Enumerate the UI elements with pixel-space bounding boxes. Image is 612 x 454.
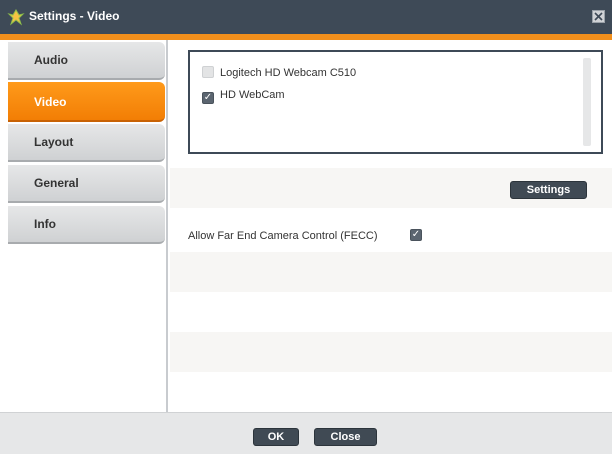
tab-layout[interactable]: Layout <box>8 124 165 162</box>
row-band <box>170 252 612 292</box>
tab-audio[interactable]: Audio <box>8 42 165 80</box>
title-bar: Settings - Video <box>0 0 612 34</box>
device-checkbox[interactable]: ✓ <box>202 92 214 104</box>
window-title: Settings - Video <box>29 9 120 23</box>
device-item[interactable]: Logitech HD Webcam C510 <box>202 66 356 79</box>
dialog-footer: OK Close <box>0 412 612 454</box>
tab-label: Info <box>34 217 56 231</box>
tab-general[interactable]: General <box>8 165 165 203</box>
device-item[interactable]: ✓ HD WebCam <box>202 89 285 104</box>
tab-video[interactable]: Video <box>8 82 165 122</box>
tab-label: General <box>34 176 79 190</box>
device-checkbox[interactable] <box>202 66 214 78</box>
close-window-button[interactable] <box>592 10 605 23</box>
tab-label: Video <box>34 95 67 109</box>
ok-button[interactable]: OK <box>253 428 299 446</box>
fecc-checkbox[interactable]: ✓ <box>410 229 422 241</box>
app-logo-icon <box>7 9 25 26</box>
fecc-label: Allow Far End Camera Control (FECC) <box>188 230 378 242</box>
tab-info[interactable]: Info <box>8 206 165 244</box>
settings-sidebar: Audio Video Layout General Info <box>0 40 168 412</box>
close-button[interactable]: Close <box>314 428 377 446</box>
close-icon <box>594 12 603 21</box>
device-label: HD WebCam <box>220 89 285 101</box>
device-label: Logitech HD Webcam C510 <box>220 67 357 79</box>
camera-settings-button[interactable]: Settings <box>510 181 587 199</box>
tab-label: Layout <box>34 135 74 149</box>
camera-device-list: Logitech HD Webcam C510 ✓ HD WebCam <box>188 50 603 154</box>
tab-label: Audio <box>34 53 68 67</box>
device-list-scrollbar[interactable] <box>583 58 591 146</box>
video-settings-panel: Logitech HD Webcam C510 ✓ HD WebCam Setti… <box>170 40 612 412</box>
row-band <box>170 332 612 372</box>
